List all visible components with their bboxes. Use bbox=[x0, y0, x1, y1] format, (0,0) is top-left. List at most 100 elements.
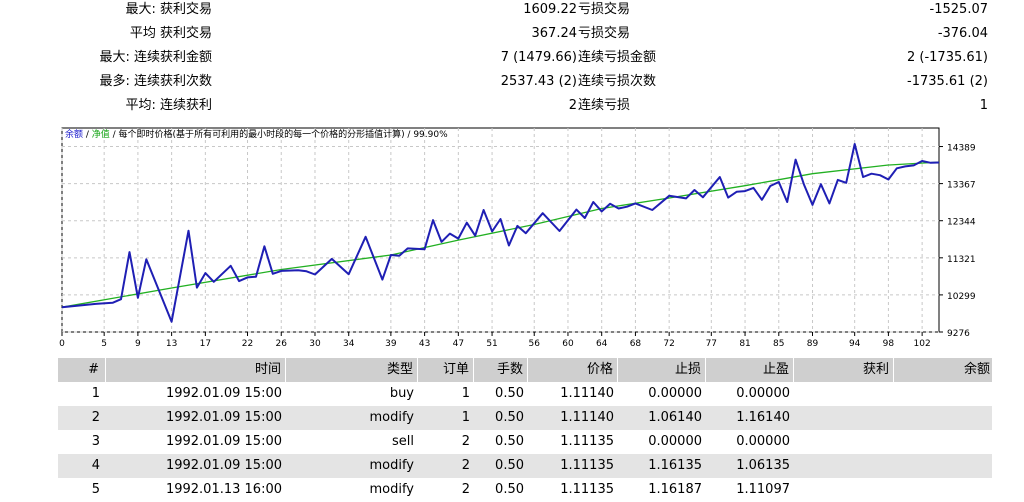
table-cell: 1.06140 bbox=[648, 410, 702, 425]
y-tick-label: 12344 bbox=[947, 218, 976, 228]
table-cell bbox=[794, 430, 894, 454]
summary-value: 7 (1479.66) bbox=[500, 50, 577, 65]
x-tick-label: 51 bbox=[486, 339, 497, 349]
summary-value: -376.04 bbox=[937, 26, 988, 41]
x-tick-label: 43 bbox=[419, 339, 430, 349]
table-cell: sell bbox=[392, 434, 414, 449]
column-header[interactable]: 时间 bbox=[106, 358, 286, 382]
table-cell: 0.00000 bbox=[736, 386, 790, 401]
x-tick-label: 72 bbox=[663, 339, 674, 349]
summary-label: 平均 获利交易 bbox=[129, 26, 212, 41]
table-row[interactable]: 1 1992.01.09 15:00 buy 1 0.50 1.11140 0.00000 0… bbox=[58, 382, 992, 406]
table-cell: 1.11135 bbox=[560, 434, 614, 449]
x-tick-label: 30 bbox=[309, 339, 321, 349]
x-tick-label: 64 bbox=[596, 339, 608, 349]
chart-canvas: 9276 10299 11321 12344 13367 14389 0 5 9 13 17 22 26… bbox=[59, 127, 976, 349]
x-tick-label: 34 bbox=[343, 339, 355, 349]
table-cell bbox=[794, 478, 894, 502]
legend-balance: 余额 bbox=[65, 130, 84, 140]
x-tick-label: 17 bbox=[200, 339, 211, 349]
summary-label: 连续亏损 bbox=[578, 98, 631, 113]
summary-label: 最多: 连续获利次数 bbox=[99, 74, 212, 89]
y-tick-label: 9276 bbox=[947, 329, 970, 339]
summary-value: 2 bbox=[568, 98, 577, 113]
table-cell bbox=[794, 406, 894, 430]
table-row[interactable]: 2 1992.01.09 15:00 modify 1 0.50 1.11140 1.061… bbox=[58, 406, 992, 430]
x-tick-label: 85 bbox=[773, 339, 784, 349]
table-cell bbox=[894, 406, 992, 430]
column-header[interactable]: 类型 bbox=[286, 358, 418, 382]
column-header[interactable]: 获利 bbox=[794, 358, 894, 382]
x-tick-label: 81 bbox=[739, 339, 750, 349]
column-header[interactable]: # bbox=[58, 358, 106, 382]
x-tick-label: 9 bbox=[135, 339, 141, 349]
table-cell: 1.16140 bbox=[736, 410, 790, 425]
y-tick-label: 14389 bbox=[947, 144, 976, 154]
table-cell: 0.50 bbox=[495, 434, 524, 449]
table-cell: buy bbox=[389, 386, 414, 401]
table-cell: 0.00000 bbox=[736, 434, 790, 449]
table-cell: 5 bbox=[91, 482, 100, 497]
table-cell: 1.11135 bbox=[560, 458, 614, 473]
table-cell: 1992.01.09 15:00 bbox=[165, 458, 282, 473]
summary-value: 2 (-1735.61) bbox=[907, 50, 988, 65]
summary-stats: 最大: 获利交易 1609.22 亏损交易 -1525.07 平均 获利交易 367.24… bbox=[0, 0, 1024, 124]
table-cell: 1.11140 bbox=[560, 410, 614, 425]
column-header[interactable]: 价格 bbox=[528, 358, 618, 382]
summary-value: 1609.22 bbox=[523, 2, 577, 17]
summary-row: 平均 获利交易 367.24 亏损交易 -376.04 bbox=[0, 24, 1024, 48]
y-tick-label: 11321 bbox=[947, 255, 976, 265]
summary-value: -1735.61 (2) bbox=[907, 74, 988, 89]
table-header: # 时间 类型 订单 手数 价格 止损 止盈 获利 余额 bbox=[58, 358, 992, 382]
table-cell: 1 bbox=[461, 386, 470, 401]
table-cell: 3 bbox=[91, 434, 100, 449]
legend-description: / 每个即时价格(基于所有可利用的最小时段的每一个价格的分形插值计算) / 99… bbox=[109, 130, 448, 140]
y-tick-label: 13367 bbox=[947, 181, 976, 191]
table-cell bbox=[894, 382, 992, 406]
column-header[interactable]: 止损 bbox=[618, 358, 706, 382]
table-cell bbox=[894, 430, 992, 454]
column-header[interactable]: 余额 bbox=[894, 358, 992, 382]
summary-label: 亏损交易 bbox=[578, 26, 631, 41]
table-cell: 1992.01.09 15:00 bbox=[165, 386, 282, 401]
summary-label: 连续亏损金额 bbox=[578, 50, 657, 65]
column-header[interactable]: 止盈 bbox=[706, 358, 794, 382]
table-row[interactable]: 5 1992.01.13 16:00 modify 2 0.50 1.11135 1.161… bbox=[58, 478, 992, 502]
summary-label: 连续亏损次数 bbox=[578, 74, 657, 89]
table-cell: 1.11097 bbox=[736, 482, 790, 497]
table-row[interactable]: 3 1992.01.09 15:00 sell 2 0.50 1.11135 0.00000… bbox=[58, 430, 992, 454]
table-cell: modify bbox=[369, 482, 414, 497]
x-tick-label: 5 bbox=[101, 339, 107, 349]
table-cell: 0.50 bbox=[495, 482, 524, 497]
table-cell: 0.50 bbox=[495, 386, 524, 401]
table-cell bbox=[894, 478, 992, 502]
table-cell: 1992.01.09 15:00 bbox=[165, 434, 282, 449]
table-cell: 1.11140 bbox=[560, 386, 614, 401]
table-cell bbox=[894, 454, 992, 478]
y-tick-label: 10299 bbox=[947, 292, 976, 302]
table-cell bbox=[794, 454, 894, 478]
x-tick-label: 22 bbox=[242, 339, 253, 349]
table-cell: modify bbox=[369, 458, 414, 473]
table-cell: 1992.01.13 16:00 bbox=[165, 482, 282, 497]
table-cell: 0.50 bbox=[495, 410, 524, 425]
summary-label: 亏损交易 bbox=[578, 2, 631, 17]
column-header[interactable]: 订单 bbox=[418, 358, 474, 382]
table-cell: 4 bbox=[91, 458, 100, 473]
legend-equity: 净值 bbox=[91, 130, 110, 140]
x-tick-label: 56 bbox=[529, 339, 541, 349]
table-cell: modify bbox=[369, 410, 414, 425]
summary-row: 最大: 获利交易 1609.22 亏损交易 -1525.07 bbox=[0, 0, 1024, 24]
table-cell: 1 bbox=[91, 386, 100, 401]
column-header[interactable]: 手数 bbox=[474, 358, 528, 382]
table-row[interactable]: 4 1992.01.09 15:00 modify 2 0.50 1.11135 1.161… bbox=[58, 454, 992, 478]
balance-chart: 余额 / 净值 / 每个即时价格(基于所有可利用的最小时段的每一个价格的分形插值… bbox=[59, 127, 976, 349]
summary-label: 最大: 获利交易 bbox=[125, 2, 212, 17]
table-cell: 2 bbox=[461, 458, 470, 473]
table-cell: 1.11135 bbox=[560, 482, 614, 497]
x-tick-label: 26 bbox=[276, 339, 288, 349]
x-tick-label: 68 bbox=[630, 339, 642, 349]
table-cell: 1.16135 bbox=[648, 458, 702, 473]
table-cell: 1 bbox=[461, 410, 470, 425]
x-tick-label: 13 bbox=[166, 339, 177, 349]
